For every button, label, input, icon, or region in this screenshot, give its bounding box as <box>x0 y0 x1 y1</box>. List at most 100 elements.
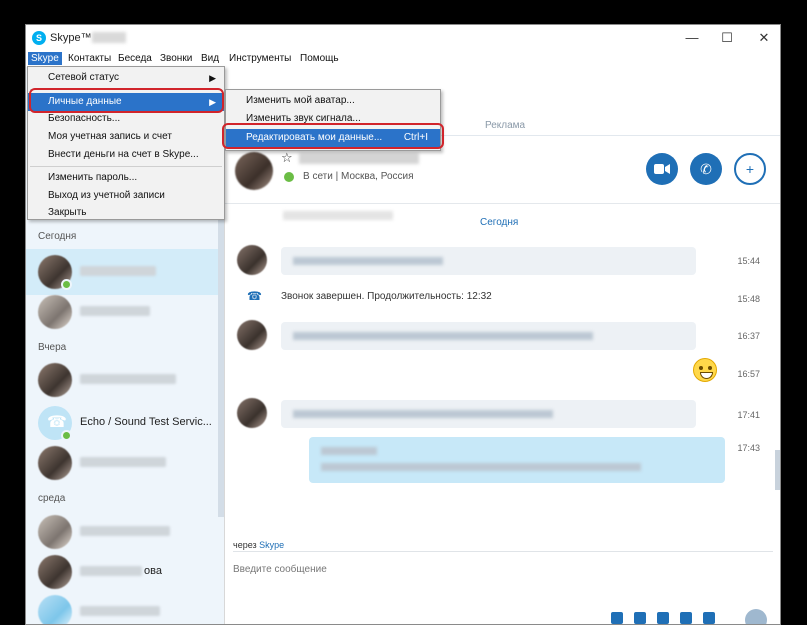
status-location: Москва, Россия <box>341 171 414 182</box>
contact-name: Echo / Sound Test Servic... <box>80 416 212 428</box>
call-ended-icon: ☎ <box>247 289 262 303</box>
close-button[interactable]: ✕ <box>749 28 779 48</box>
blurred-contact-name <box>80 566 142 576</box>
title-bar: S Skype™ - — ☐ ✕ <box>26 25 780 51</box>
section-wednesday: среда <box>38 493 66 504</box>
section-today: Сегодня <box>38 231 77 242</box>
message-bubble <box>281 400 696 428</box>
message-bubble <box>281 247 696 275</box>
blurred-contact-name <box>80 306 150 316</box>
date-separator: Сегодня <box>480 217 519 228</box>
menu-skype[interactable]: Skype <box>28 52 62 65</box>
message-time: 16:37 <box>737 331 760 341</box>
avatar <box>237 245 267 275</box>
menu-item-label: Изменить мой аватар... <box>246 95 355 106</box>
send-photo-icon[interactable] <box>680 612 692 624</box>
blurred-message-text <box>321 463 641 471</box>
avatar <box>38 295 72 329</box>
menu-view[interactable]: Вид <box>198 52 222 65</box>
add-contact-icon[interactable]: + <box>734 153 766 185</box>
contact-status: В сети | Москва, Россия <box>303 171 414 182</box>
composer-toolbar <box>611 612 726 624</box>
smile-emoticon-icon <box>693 358 717 382</box>
own-message-bubble <box>309 437 725 483</box>
blurred-contact-name <box>80 266 156 276</box>
divider <box>233 551 773 552</box>
blurred-message-text <box>293 257 443 265</box>
blurred-message-text <box>293 332 593 340</box>
status-online: В сети <box>303 171 333 182</box>
online-status-icon <box>284 172 294 182</box>
blurred-username <box>92 32 126 43</box>
send-button[interactable] <box>745 609 767 624</box>
highlight-ring <box>29 88 224 113</box>
avatar <box>38 515 72 549</box>
blurred-contact-name <box>80 526 170 536</box>
menu-item-account[interactable]: Моя учетная запись и счет <box>28 128 224 146</box>
message-time: 17:41 <box>737 410 760 420</box>
menu-item-change-password[interactable]: Изменить пароль... <box>28 169 224 187</box>
emoticon-icon[interactable] <box>703 612 715 624</box>
blurred-header-text <box>283 211 393 220</box>
via-skype-link[interactable]: Skype <box>259 540 284 550</box>
menu-item-add-credit[interactable]: Внести деньги на счет в Skype... <box>28 146 224 164</box>
menu-item-label: Выход из учетной записи <box>48 190 165 201</box>
menu-item-close[interactable]: Закрыть <box>28 204 224 222</box>
status-separator: | <box>335 171 339 182</box>
submenu-arrow-icon: ▶ <box>209 73 216 83</box>
menu-item-sign-out[interactable]: Выход из учетной записи <box>28 187 224 205</box>
message-time: 17:43 <box>737 443 760 453</box>
avatar <box>235 152 273 190</box>
contact-item[interactable] <box>26 589 218 624</box>
avatar <box>38 595 72 624</box>
menu-help[interactable]: Помощь <box>297 52 342 65</box>
send-file-icon[interactable] <box>611 612 623 624</box>
section-yesterday: Вчера <box>38 342 67 353</box>
skype-window: S Skype™ - — ☐ ✕ Skype Контакты Беседа З… <box>25 24 781 625</box>
menu-tools[interactable]: Инструменты <box>226 52 294 65</box>
avatar <box>237 320 267 350</box>
maximize-button[interactable]: ☐ <box>712 28 742 48</box>
blurred-contact-name <box>80 457 166 467</box>
contact-name-partial: ова <box>144 565 162 577</box>
message-time: 16:57 <box>737 369 760 379</box>
contact-item[interactable] <box>26 357 218 403</box>
menu-item-label: Сетевой статус <box>48 72 119 83</box>
menu-item-label: Внести деньги на счет в Skype... <box>48 149 199 160</box>
message-time: 15:48 <box>737 294 760 304</box>
minimize-button[interactable]: — <box>677 28 707 48</box>
blurred-contact-name <box>80 374 176 384</box>
ad-label: Реклама <box>485 120 526 131</box>
chat-scrollbar[interactable] <box>775 450 780 490</box>
avatar <box>38 363 72 397</box>
via-prefix: через <box>233 540 257 550</box>
video-message-icon[interactable] <box>657 612 669 624</box>
contact-item[interactable] <box>26 440 218 486</box>
menu-item-label: Изменить пароль... <box>48 172 138 183</box>
blurred-contact-name <box>80 606 160 616</box>
avatar <box>237 398 267 428</box>
message-time: 15:44 <box>737 256 760 266</box>
via-skype-label: через Skype <box>233 540 284 550</box>
blurred-contact-name <box>299 153 419 164</box>
menu-conversation[interactable]: Беседа <box>115 52 155 65</box>
avatar <box>38 555 72 589</box>
menu-separator <box>30 166 222 167</box>
menu-contacts[interactable]: Контакты <box>65 52 114 65</box>
skype-logo-icon: S <box>32 31 46 45</box>
avatar <box>38 446 72 480</box>
menu-item-online-status[interactable]: Сетевой статус ▶ <box>28 69 224 87</box>
contact-item[interactable] <box>26 289 218 335</box>
blurred-message-text <box>293 410 553 418</box>
message-input[interactable]: Введите сообщение <box>233 564 327 575</box>
menu-calls[interactable]: Звонки <box>157 52 195 65</box>
blurred-message-text <box>321 447 377 455</box>
favorite-star-icon[interactable]: ☆ <box>281 150 293 166</box>
video-call-icon[interactable] <box>646 153 678 185</box>
menu-item-change-avatar[interactable]: Изменить мой аватар... <box>226 92 440 110</box>
menu-item-label: Закрыть <box>48 207 87 218</box>
phone-call-icon[interactable]: ✆ <box>690 153 722 185</box>
message-history: Сегодня 15:44 ☎ Звонок завершен. Продолж… <box>225 205 780 535</box>
send-contact-icon[interactable] <box>634 612 646 624</box>
call-ended-text: Звонок завершен. Продолжительность: 12:3… <box>281 291 492 302</box>
